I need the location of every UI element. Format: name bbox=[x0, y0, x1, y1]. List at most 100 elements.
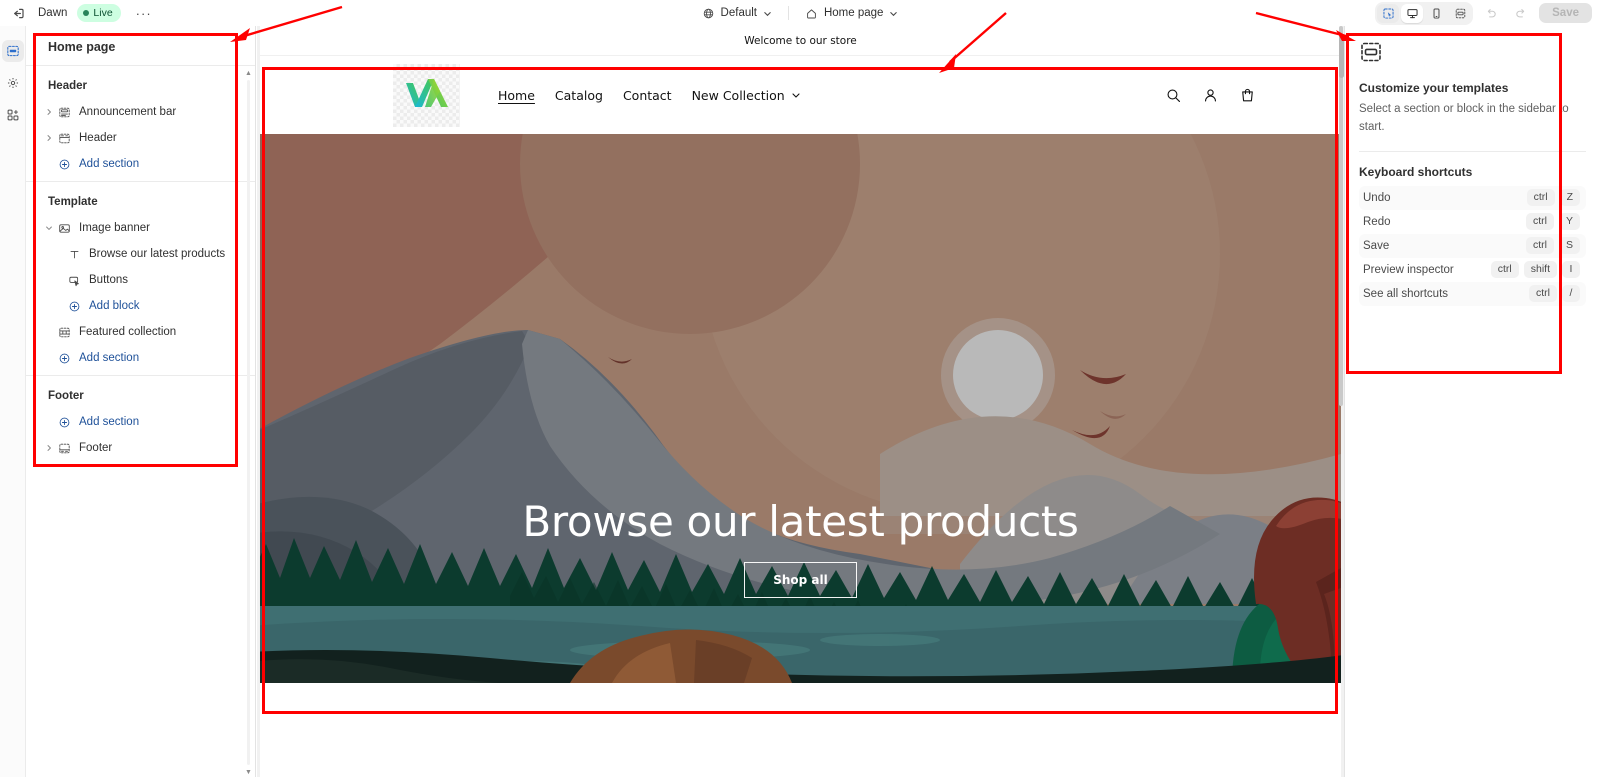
disclosure-toggle[interactable] bbox=[42, 444, 55, 452]
view-mode-group bbox=[1375, 1, 1474, 25]
globe-icon bbox=[703, 8, 713, 18]
sidebar-add-block[interactable]: Add block bbox=[32, 293, 249, 319]
apps-rail-button[interactable] bbox=[2, 104, 24, 126]
plus-circle-icon bbox=[55, 158, 73, 171]
desktop-icon[interactable] bbox=[1401, 3, 1424, 23]
shortcut-preview-inspector: Preview inspector ctrl shift I bbox=[1359, 258, 1586, 282]
inspector-scroll-thumb[interactable] bbox=[1339, 34, 1344, 78]
preview-scroll-thumb[interactable] bbox=[1339, 26, 1343, 406]
hero-content: Browse our latest products Shop all bbox=[260, 501, 1341, 598]
status-badge-label: Live bbox=[93, 6, 113, 19]
sidebar-add-section-footer[interactable]: Add section bbox=[32, 409, 249, 435]
sidebar-add-section-template[interactable]: Add section bbox=[32, 345, 249, 371]
shortcut-key: ctrl bbox=[1490, 261, 1519, 278]
chevron-right-icon bbox=[47, 445, 51, 451]
sidebar-block-buttons[interactable]: Buttons bbox=[32, 267, 249, 293]
sections-rail-button[interactable] bbox=[1, 40, 24, 62]
storefront-header: Home Catalog Contact New Collection bbox=[260, 56, 1341, 134]
sidebar-item-label: Header bbox=[79, 132, 117, 144]
sidebar-group: Template Image banner Browse our latest pr… bbox=[26, 181, 255, 375]
scroll-down-arrow-icon[interactable]: ▼ bbox=[244, 767, 253, 777]
inspector-panel: Customize your templates Select a sectio… bbox=[1339, 26, 1600, 777]
shortcut-label: Preview inspector bbox=[1363, 263, 1454, 276]
sidebar-item-label: Add section bbox=[79, 416, 140, 428]
scroll-up-arrow-icon[interactable]: ▲ bbox=[244, 68, 253, 78]
shortcut-key: ctrl bbox=[1525, 237, 1554, 254]
inspector-heading: Customize your templates bbox=[1359, 81, 1509, 95]
chevron-right-icon bbox=[47, 135, 51, 141]
sidebar-block-browse-our-latest-products[interactable]: Browse our latest products bbox=[32, 241, 249, 267]
store-nav-home[interactable]: Home bbox=[498, 88, 535, 103]
shop-all-button[interactable]: Shop all bbox=[744, 562, 857, 598]
sidebar-item-featured-collection[interactable]: Featured collection bbox=[32, 319, 249, 345]
store-nav-new-collection[interactable]: New Collection bbox=[692, 88, 801, 103]
sidebar-scrollbar[interactable]: ▲ ▼ bbox=[244, 68, 253, 777]
store-nav-label: New Collection bbox=[691, 87, 785, 103]
plus-circle-icon bbox=[55, 416, 73, 429]
preview-canvas: Welcome to our store Home Catalog Contac… bbox=[257, 26, 1344, 777]
sidebar-add-section-header[interactable]: Add section bbox=[32, 151, 249, 177]
fullwidth-icon[interactable] bbox=[1449, 4, 1471, 23]
undo-icon[interactable] bbox=[1479, 2, 1503, 24]
mobile-icon[interactable] bbox=[1425, 4, 1447, 23]
store-cart-icon[interactable] bbox=[1239, 87, 1256, 104]
home-icon bbox=[807, 8, 816, 18]
storefront-preview: Welcome to our store Home Catalog Contac… bbox=[260, 26, 1341, 777]
shortcut-key: Y bbox=[1558, 213, 1580, 230]
save-button[interactable]: Save bbox=[1539, 3, 1592, 23]
exit-left-icon[interactable] bbox=[6, 2, 30, 24]
shortcut-keys: ctrl Z bbox=[1526, 189, 1580, 206]
shortcut-key: / bbox=[1562, 285, 1580, 302]
hero-illustration bbox=[260, 134, 1341, 683]
shortcut-label: Undo bbox=[1363, 191, 1391, 204]
sidebar-item-label: Announcement bar bbox=[79, 106, 177, 118]
more-actions-button[interactable]: ··· bbox=[131, 2, 157, 24]
sidebar-groups: Header Announcement bar Header Add section T… bbox=[26, 66, 255, 465]
sidebar-item-label: Add block bbox=[89, 300, 140, 312]
chevron-down-icon bbox=[890, 11, 898, 16]
sidebar-item-header[interactable]: Header bbox=[32, 125, 249, 151]
disclosure-toggle[interactable] bbox=[42, 224, 55, 232]
cursor-select-icon[interactable] bbox=[1377, 3, 1400, 23]
text-icon bbox=[65, 248, 83, 261]
sidebar-group-label: Footer bbox=[48, 390, 84, 402]
storefront-nav: Home Catalog Contact New Collection bbox=[498, 88, 801, 103]
sidebar-item-image-banner[interactable]: Image banner bbox=[32, 215, 249, 241]
disclosure-toggle[interactable] bbox=[42, 134, 55, 142]
store-nav-contact[interactable]: Contact bbox=[623, 88, 672, 103]
sidebar-scroll-track[interactable] bbox=[247, 80, 250, 765]
store-nav-catalog[interactable]: Catalog bbox=[555, 88, 603, 103]
selector-divider bbox=[787, 6, 789, 20]
top-bar-right: Save bbox=[1375, 0, 1592, 26]
hero-title: Browse our latest products bbox=[522, 497, 1079, 546]
shortcut-undo: Undo ctrl Z bbox=[1359, 185, 1586, 210]
sidebar-item-label: Add section bbox=[79, 352, 140, 364]
shortcut-label: See all shortcuts bbox=[1363, 287, 1449, 300]
market-selector[interactable]: Default bbox=[695, 4, 779, 23]
shortcut-keys: ctrl shift I bbox=[1490, 261, 1580, 278]
redo-icon[interactable] bbox=[1509, 2, 1533, 24]
button-icon bbox=[68, 276, 79, 286]
sidebar-item-label: Browse our latest products bbox=[89, 248, 226, 260]
section-block-icon bbox=[1359, 40, 1586, 69]
top-bar-left: Dawn Live ··· bbox=[0, 2, 157, 24]
store-search-icon[interactable] bbox=[1165, 87, 1182, 104]
shortcut-key: Z bbox=[1559, 189, 1580, 206]
sidebar-item-label: Footer bbox=[79, 442, 113, 454]
announcement-bar: Welcome to our store bbox=[260, 26, 1341, 56]
image-banner-icon bbox=[58, 223, 70, 233]
store-logo[interactable] bbox=[393, 63, 460, 127]
hero-image-banner[interactable]: Browse our latest products Shop all bbox=[260, 134, 1341, 683]
sidebar-group: Header Announcement bar Header Add section bbox=[26, 66, 255, 181]
disclosure-toggle[interactable] bbox=[42, 108, 55, 116]
shortcut-key: shift bbox=[1523, 261, 1557, 278]
page-selector[interactable]: Home page bbox=[798, 4, 905, 23]
theme-settings-rail-button[interactable] bbox=[2, 72, 24, 94]
store-account-icon[interactable] bbox=[1202, 87, 1219, 104]
sidebar-item-label: Featured collection bbox=[79, 326, 177, 338]
sidebar-item-announcement-bar[interactable]: Announcement bar bbox=[32, 99, 249, 125]
header-icon bbox=[55, 132, 73, 145]
button-icon bbox=[65, 274, 83, 287]
sidebar-item-footer[interactable]: Footer bbox=[32, 435, 249, 461]
collection-icon bbox=[58, 327, 70, 337]
